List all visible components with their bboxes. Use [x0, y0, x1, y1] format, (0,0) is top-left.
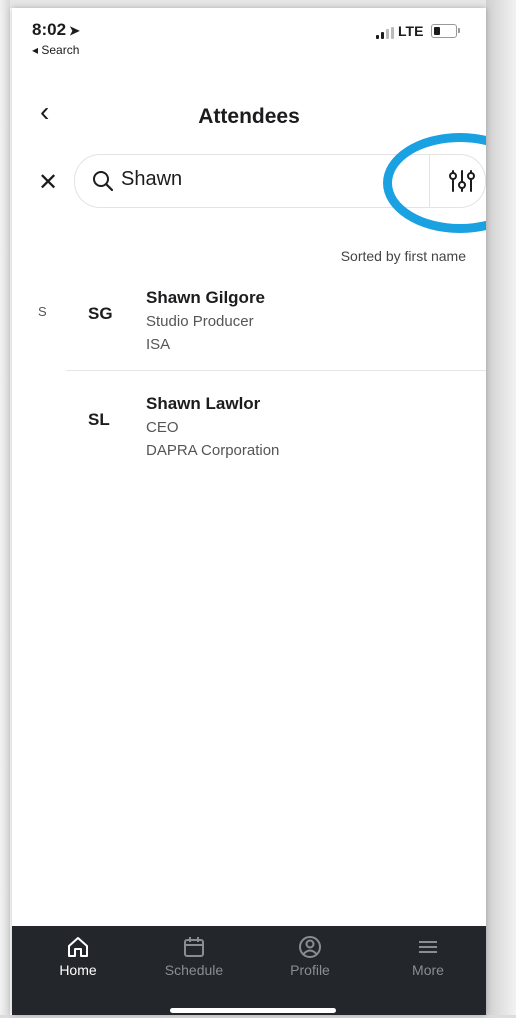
page-title: Attendees	[198, 105, 300, 128]
attendee-row[interactable]: SG Shawn Gilgore Studio Producer ISA	[12, 278, 486, 368]
sort-label[interactable]: Sorted by first name	[341, 248, 466, 264]
tab-home[interactable]: Home	[38, 934, 118, 978]
attendee-title: CEO	[146, 419, 179, 436]
status-bar: 8:02 ➤ ◂ Search LTE	[12, 8, 486, 63]
search-value[interactable]: Shawn	[121, 168, 182, 191]
tab-profile[interactable]: Profile	[270, 934, 350, 978]
clear-search-close-icon[interactable]: ✕	[38, 171, 58, 195]
tab-label: Home	[59, 962, 97, 978]
signal-icon	[376, 27, 394, 39]
tab-label: Profile	[290, 962, 330, 978]
avatar-initials: SG	[88, 304, 113, 323]
home-icon	[68, 937, 88, 957]
tab-label: More	[412, 962, 444, 978]
search-icon	[93, 171, 114, 192]
network-type: LTE	[398, 23, 424, 39]
highlight-ring-annotation	[383, 133, 486, 233]
avatar-initials: SL	[88, 410, 110, 429]
profile-icon	[299, 936, 321, 958]
tab-label: Schedule	[164, 962, 224, 978]
row-divider	[66, 370, 486, 371]
home-indicator[interactable]	[170, 1008, 336, 1013]
battery-icon	[431, 24, 460, 38]
bottom-tab-bar: Home Schedule Profile More	[12, 926, 486, 1015]
attendee-name: Shawn Lawlor	[146, 394, 261, 413]
status-time: 8:02 ➤	[32, 20, 80, 39]
attendee-title: Studio Producer	[146, 313, 254, 330]
menu-icon	[419, 941, 437, 953]
device-frame-right	[486, 0, 516, 1018]
back-to-app-link[interactable]: ◂ Search	[32, 43, 79, 57]
attendee-row[interactable]: SL Shawn Lawlor CEO DAPRA Corporation	[12, 384, 486, 474]
attendee-name: Shawn Gilgore	[146, 288, 266, 307]
attendee-company: ISA	[146, 336, 171, 353]
tab-more[interactable]: More	[388, 934, 468, 978]
device-frame-left	[0, 0, 10, 1018]
location-arrow-icon: ➤	[69, 23, 80, 38]
device-frame-top	[0, 0, 516, 8]
calendar-icon	[184, 937, 204, 957]
tab-schedule[interactable]: Schedule	[154, 934, 234, 978]
attendee-company: DAPRA Corporation	[146, 442, 280, 459]
phone-screen: 8:02➤ ◂ Search LTE ‹ Attendees ✕ Shawn	[12, 8, 486, 1015]
